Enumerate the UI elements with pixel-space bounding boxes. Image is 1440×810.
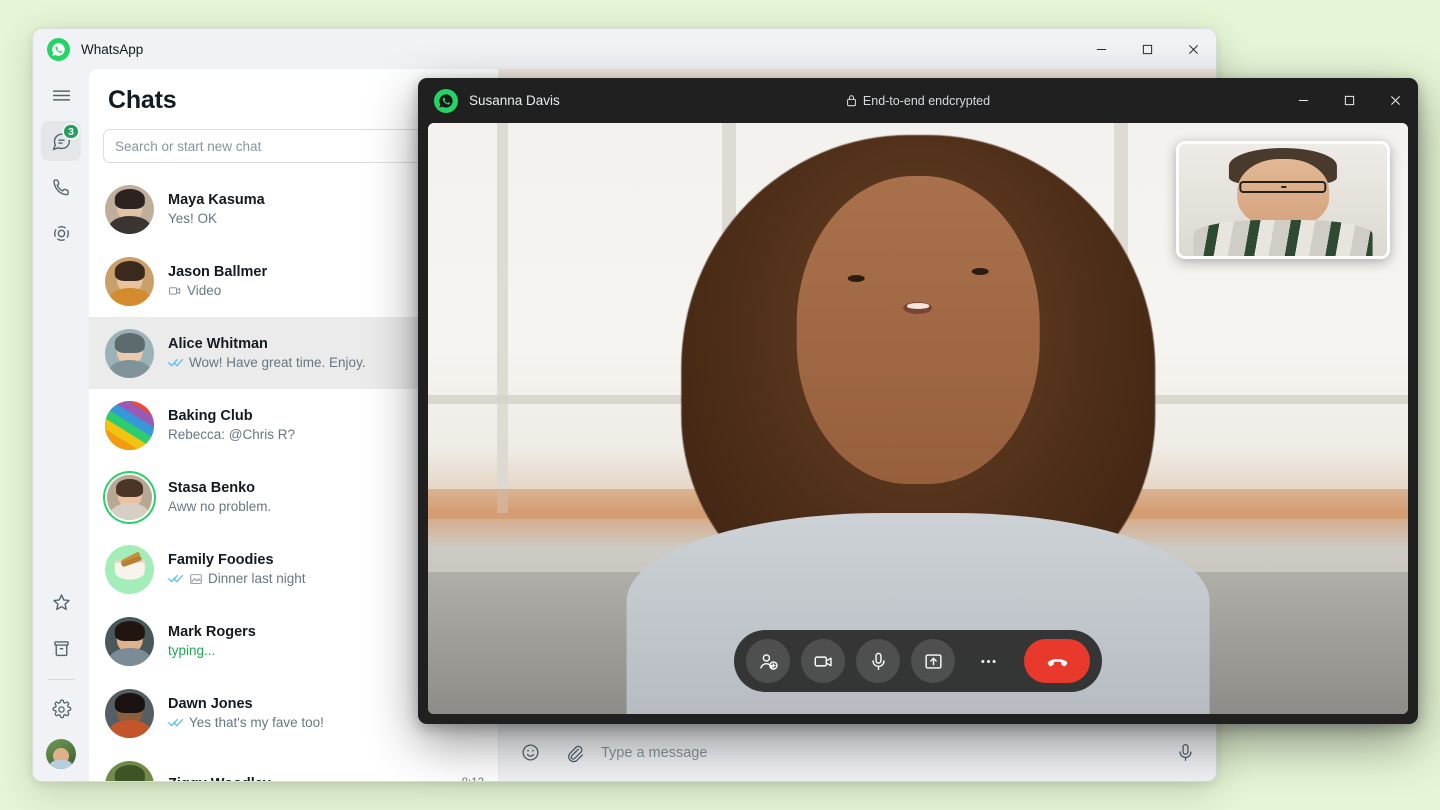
- main-titlebar: WhatsApp: [33, 29, 1216, 69]
- chat-name: Jason Ballmer: [168, 264, 268, 280]
- maximize-button[interactable]: [1124, 29, 1170, 69]
- chat-preview-text: Aww no problem.: [168, 499, 272, 514]
- chat-list-item[interactable]: Ziggy Woodley 8:12: [89, 749, 498, 781]
- call-control-bar: [734, 630, 1102, 692]
- call-window-controls: [1280, 78, 1418, 123]
- sidebar-item-starred[interactable]: [41, 582, 81, 622]
- attachment-clip-icon[interactable]: [558, 738, 588, 768]
- remote-video-stage[interactable]: [428, 123, 1408, 714]
- whatsapp-logo-icon: [47, 37, 70, 61]
- chat-preview-text: typing...: [168, 643, 216, 658]
- sidebar-item-calls[interactable]: [41, 167, 81, 207]
- chat-preview: Aww no problem.: [168, 499, 436, 514]
- remote-participant: [614, 123, 1222, 714]
- chat-preview-text: Yes! OK: [168, 211, 218, 226]
- chat-name: Stasa Benko: [168, 480, 256, 496]
- self-view-thumbnail[interactable]: [1176, 141, 1390, 259]
- chat-preview: Rebecca: @Chris R?: [168, 427, 436, 442]
- call-maximize-button[interactable]: [1326, 78, 1372, 123]
- app-title: WhatsApp: [81, 41, 144, 57]
- chat-preview-text: Wow! Have great time. Enjoy.: [189, 355, 366, 370]
- lock-icon: [846, 95, 856, 107]
- chat-timestamp: 8:12: [462, 777, 484, 782]
- avatar: [105, 328, 154, 378]
- video-call-window: Susanna Davis End-to-end endcrypted: [418, 78, 1418, 724]
- avatar: [105, 616, 154, 666]
- microphone-icon[interactable]: [856, 639, 900, 683]
- avatar: [105, 256, 154, 306]
- chat-name: Maya Kasuma: [168, 192, 265, 208]
- call-minimize-button[interactable]: [1280, 78, 1326, 123]
- message-composer: [499, 723, 1216, 781]
- chat-preview: Wow! Have great time. Enjoy.: [168, 355, 436, 370]
- end-call-button[interactable]: [1024, 639, 1090, 683]
- minimize-button[interactable]: [1078, 29, 1124, 69]
- chat-name: Dawn Jones: [168, 696, 253, 712]
- chat-name: Ziggy Woodley: [168, 776, 436, 782]
- chat-preview-text: Dinner last night: [208, 571, 306, 586]
- call-peer-name: Susanna Davis: [469, 93, 560, 108]
- chat-preview: Dinner last night: [168, 571, 436, 586]
- search-input[interactable]: [115, 138, 457, 154]
- window-controls: [1078, 29, 1216, 69]
- glasses-icon: [1239, 180, 1327, 194]
- message-input[interactable]: [601, 744, 1157, 761]
- encryption-indicator: End-to-end endcrypted: [418, 94, 1418, 108]
- chats-unread-badge: 3: [62, 123, 80, 140]
- chat-name: Mark Rogers: [168, 624, 256, 640]
- read-receipt-icon: [168, 717, 184, 728]
- chat-preview-text: Rebecca: @Chris R?: [168, 427, 295, 442]
- call-titlebar: Susanna Davis End-to-end endcrypted: [418, 78, 1418, 123]
- avatar: [105, 544, 154, 594]
- call-close-button[interactable]: [1372, 78, 1418, 123]
- chat-meta: 8:12: [436, 777, 484, 782]
- more-horizontal-icon[interactable]: [966, 639, 1010, 683]
- add-person-icon[interactable]: [746, 639, 790, 683]
- video-icon: [168, 284, 182, 298]
- read-receipt-icon: [168, 357, 184, 368]
- rail-divider: [47, 679, 75, 680]
- avatar: [105, 688, 154, 738]
- emoji-icon[interactable]: [515, 738, 545, 768]
- profile-avatar[interactable]: [46, 739, 76, 769]
- microphone-icon[interactable]: [1170, 738, 1200, 768]
- avatar: [107, 474, 152, 520]
- encryption-text: End-to-end endcrypted: [862, 93, 991, 108]
- chat-name: Family Foodies: [168, 552, 274, 568]
- chat-name: Baking Club: [168, 408, 253, 424]
- sidebar-item-chats[interactable]: 3: [41, 121, 81, 161]
- video-camera-icon[interactable]: [801, 639, 845, 683]
- chat-preview: typing...: [168, 643, 436, 658]
- page-title: Chats: [108, 85, 177, 114]
- avatar: [105, 400, 154, 450]
- sidebar-item-archived[interactable]: [41, 628, 81, 668]
- chat-preview: Video: [168, 283, 436, 298]
- chat-preview-text: Yes that's my fave too!: [189, 715, 324, 730]
- chat-name: Alice Whitman: [168, 336, 268, 352]
- whatsapp-logo-icon: [434, 88, 458, 113]
- read-receipt-icon: [168, 573, 184, 584]
- chat-preview: Yes! OK: [168, 211, 436, 226]
- photo-icon: [189, 572, 203, 586]
- close-button[interactable]: [1170, 29, 1216, 69]
- sidebar-item-settings[interactable]: [41, 689, 81, 729]
- chat-preview: Yes that's my fave too!: [168, 715, 436, 730]
- avatar: [105, 184, 154, 234]
- screen-share-icon[interactable]: [911, 639, 955, 683]
- hamburger-menu-icon[interactable]: [41, 75, 81, 115]
- chat-preview-text: Video: [187, 283, 222, 298]
- navigation-rail: 3: [33, 69, 89, 781]
- avatar: [105, 760, 154, 781]
- sidebar-item-status[interactable]: [41, 213, 81, 253]
